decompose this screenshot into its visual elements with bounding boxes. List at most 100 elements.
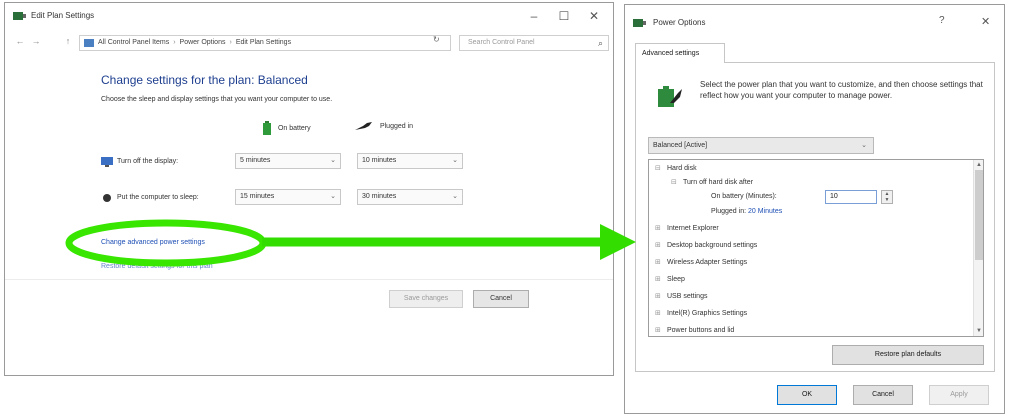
forward-button[interactable]: →: [29, 36, 43, 46]
search-placeholder: Search Control Panel: [468, 39, 535, 46]
apply-button[interactable]: Apply: [929, 385, 989, 405]
display-label: Turn off the display:: [117, 158, 179, 165]
cancel-button[interactable]: Cancel: [853, 385, 913, 405]
ok-button[interactable]: OK: [777, 385, 837, 405]
tree-item-label: Hard disk: [667, 165, 697, 172]
expand-icon[interactable]: ⊞: [655, 258, 663, 266]
up-button[interactable]: ↑: [61, 36, 75, 46]
cancel-button[interactable]: Cancel: [473, 290, 529, 308]
chevron-down-icon: ⌄: [452, 157, 458, 164]
breadcrumb-separator: ›: [229, 39, 232, 46]
close-button[interactable]: ✕: [579, 7, 609, 25]
tree-scrollbar[interactable]: ▲ ▼: [973, 160, 983, 336]
power-options-dialog: Power Options ? ✕ Advanced settings Sele…: [624, 4, 1005, 414]
search-icon: ⌕: [597, 38, 603, 48]
display-plugged-select[interactable]: 10 minutes ⌄: [357, 153, 463, 169]
minimize-button[interactable]: –: [519, 7, 549, 25]
sleep-battery-select[interactable]: 15 minutes ⌄: [235, 189, 341, 205]
plugged-in-setting[interactable]: Plugged in: 20 Minutes: [711, 208, 782, 215]
settings-tree[interactable]: ⊟ Hard disk ⊟ Turn off hard disk after On …: [648, 159, 984, 337]
tree-item-label: Intel(R) Graphics Settings: [667, 310, 748, 317]
window-title: Edit Plan Settings: [31, 11, 95, 20]
sleep-plugged-value: 30 minutes: [362, 193, 397, 200]
address-row: ← → ↑ All Control Panel Items › Power Opti…: [5, 31, 613, 55]
divider: [5, 279, 613, 280]
restore-plan-defaults-button[interactable]: Restore plan defaults: [832, 345, 984, 365]
tree-item-sleep[interactable]: ⊞ Sleep: [655, 275, 685, 283]
address-bar[interactable]: All Control Panel Items › Power Options › Ed…: [79, 35, 451, 51]
plug-icon: [355, 122, 372, 130]
search-input[interactable]: Search Control Panel ⌕: [459, 35, 609, 51]
power-plan-icon: [658, 86, 682, 107]
sleep-setting-row: Put the computer to sleep: 15 minutes ⌄ 3…: [101, 189, 481, 209]
title-bar: Edit Plan Settings – ☐ ✕: [5, 3, 613, 29]
tree-item-hard-disk[interactable]: ⊟ Hard disk: [655, 164, 697, 172]
sleep-battery-value: 15 minutes: [240, 193, 275, 200]
restore-defaults-link[interactable]: Restore default settings for this plan: [101, 263, 213, 270]
help-button[interactable]: ?: [939, 15, 945, 26]
expand-icon[interactable]: ⊞: [655, 241, 663, 249]
expand-icon[interactable]: ⊞: [655, 275, 663, 283]
breadcrumb-control-panel[interactable]: All Control Panel Items: [98, 36, 169, 50]
scroll-thumb[interactable]: [975, 170, 983, 260]
plugged-in-value[interactable]: 20 Minutes: [748, 208, 782, 215]
plugged-label: Plugged in: [379, 122, 414, 130]
tree-item-wireless-adapter[interactable]: ⊞ Wireless Adapter Settings: [655, 258, 747, 266]
column-header-plugged: Plugged in: [355, 121, 413, 131]
tree-item-intel-graphics[interactable]: ⊞ Intel(R) Graphics Settings: [655, 309, 747, 317]
breadcrumb-separator: ›: [173, 39, 176, 46]
dialog-description: Select the power plan that you want to c…: [700, 80, 983, 100]
plan-select-value: Balanced [Active]: [653, 142, 708, 149]
display-plugged-value: 10 minutes: [362, 157, 397, 164]
edit-plan-settings-window: Edit Plan Settings – ☐ ✕ ← → ↑ All Contr…: [4, 2, 614, 376]
breadcrumb-edit-plan[interactable]: Edit Plan Settings: [236, 36, 291, 50]
plan-select[interactable]: Balanced [Active] ⌄: [648, 137, 874, 154]
tree-item-desktop-background[interactable]: ⊞ Desktop background settings: [655, 241, 757, 249]
tree-item-label: Sleep: [667, 276, 685, 283]
close-button[interactable]: ✕: [981, 15, 990, 28]
chevron-down-icon: ⌄: [330, 157, 336, 164]
back-button[interactable]: ←: [13, 36, 27, 46]
tree-item-label: Power buttons and lid: [667, 327, 735, 334]
breadcrumb-power-options[interactable]: Power Options: [180, 36, 226, 50]
tree-item-label: Internet Explorer: [667, 225, 719, 232]
sleep-icon: [103, 194, 111, 202]
plugged-in-label: Plugged in:: [711, 208, 747, 215]
tree-item-internet-explorer[interactable]: ⊞ Internet Explorer: [655, 224, 719, 232]
refresh-icon[interactable]: ↻: [433, 35, 440, 44]
scroll-up-icon[interactable]: ▲: [974, 160, 983, 170]
expand-icon[interactable]: ⊞: [655, 224, 663, 232]
sleep-label: Put the computer to sleep:: [117, 194, 199, 201]
tree-item-label: Wireless Adapter Settings: [667, 259, 748, 266]
expand-icon[interactable]: ⊞: [655, 309, 663, 317]
tree-item-turn-off-hdd[interactable]: ⊟ Turn off hard disk after: [671, 178, 753, 186]
on-battery-minutes-input[interactable]: 10: [825, 190, 877, 204]
chevron-down-icon: ⌄: [452, 193, 458, 200]
advanced-settings-panel: Select the power plan that you want to c…: [635, 62, 995, 372]
scroll-down-icon[interactable]: ▼: [974, 326, 983, 336]
tree-item-usb[interactable]: ⊞ USB settings: [655, 292, 707, 300]
page-title: Change settings for the plan: Balanced: [101, 73, 308, 87]
display-battery-value: 5 minutes: [240, 157, 271, 164]
sleep-plugged-select[interactable]: 30 minutes ⌄: [357, 189, 463, 205]
expand-icon[interactable]: ⊞: [655, 292, 663, 300]
advanced-settings-link[interactable]: Change advanced power settings: [101, 239, 205, 246]
display-setting-row: Turn off the display: 5 minutes ⌄ 10 minu…: [101, 153, 481, 173]
maximize-button[interactable]: ☐: [549, 7, 579, 25]
tree-item-label: USB settings: [667, 293, 708, 300]
dialog-title: Power Options: [653, 18, 706, 27]
chevron-down-icon: ⌄: [330, 193, 336, 200]
collapse-icon[interactable]: ⊟: [655, 164, 663, 172]
expand-icon[interactable]: ⊞: [655, 326, 663, 334]
collapse-icon[interactable]: ⊟: [671, 178, 679, 186]
page-subtitle: Choose the sleep and display settings th…: [101, 96, 333, 103]
tree-item-power-buttons[interactable]: ⊞ Power buttons and lid: [655, 326, 734, 334]
save-changes-button[interactable]: Save changes: [389, 290, 463, 308]
spinner-arrows-icon[interactable]: ▲ ▼: [881, 190, 893, 204]
display-battery-select[interactable]: 5 minutes ⌄: [235, 153, 341, 169]
tree-item-label: Desktop background settings: [667, 242, 758, 249]
battery-label: On battery: [277, 124, 311, 132]
tab-advanced-settings[interactable]: Advanced settings: [635, 43, 725, 63]
power-options-icon: [13, 12, 26, 20]
column-header-battery: On battery: [263, 121, 311, 135]
